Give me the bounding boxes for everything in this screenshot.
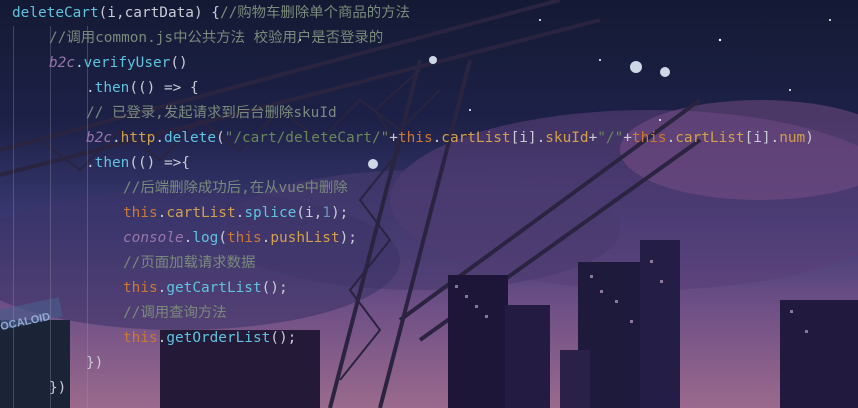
code-token: pushList [270, 230, 340, 246]
code-token: cartList [166, 205, 236, 221]
code-token: . [86, 80, 95, 96]
code-line[interactable]: deleteCart(i,cartData) {//购物车删除单个商品的方法 [12, 1, 410, 26]
code-token: ( [215, 130, 225, 146]
code-token: "/cart/deleteCart/" [224, 130, 390, 146]
code-token: (); [270, 330, 297, 346]
code-line[interactable]: // 已登录,发起请求到后台删除skuId [86, 101, 337, 126]
code-token: this [227, 230, 262, 246]
code-line[interactable]: b2c.http.delete("/cart/deleteCart/"+this… [86, 126, 814, 151]
indent-guide [50, 26, 51, 408]
code-token: num [779, 130, 806, 146]
code-token: }) [49, 380, 67, 396]
code-token: //调用查询方法 [123, 305, 227, 321]
code-token: this [397, 130, 433, 146]
code-line[interactable]: this.cartList.splice(i,1); [123, 201, 348, 226]
code-token: cartList [441, 130, 511, 146]
code-editor[interactable]: deleteCart(i,cartData) {//购物车删除单个商品的方法//… [0, 0, 858, 408]
code-token: ); [339, 230, 357, 246]
code-token: getCartList [166, 280, 262, 296]
code-token: ( [218, 230, 227, 246]
indent-guide [13, 26, 14, 408]
code-line[interactable]: console.log(this.pushList); [123, 226, 357, 251]
code-token: // 已登录,发起请求到后台删除skuId [86, 105, 337, 121]
code-token: (); [261, 280, 288, 296]
code-token: b2c [49, 55, 75, 71]
code-token: 1 [322, 205, 331, 221]
code-token: then [94, 80, 130, 96]
code-token: (i,cartData) { [98, 5, 220, 21]
code-line[interactable]: .then(() => { [86, 76, 199, 101]
code-token: //页面加载请求数据 [123, 255, 256, 271]
code-token: this [631, 130, 667, 146]
code-line[interactable]: this.getCartList(); [123, 276, 288, 301]
code-token: . [155, 130, 164, 146]
code-token: b2c [86, 130, 112, 146]
code-token: . [432, 130, 442, 146]
code-token: (() =>{ [129, 155, 190, 171]
code-line[interactable]: .then(() =>{ [86, 151, 190, 176]
code-token: [i]. [744, 130, 780, 146]
code-token: + [623, 130, 632, 146]
code-token: . [235, 205, 245, 221]
code-line[interactable]: this.getOrderList(); [123, 326, 296, 351]
code-token: //调用common.js中公共方法 校验用户是否登录的 [49, 30, 384, 46]
code-token: this [123, 330, 158, 346]
code-line[interactable]: //调用common.js中公共方法 校验用户是否登录的 [49, 26, 383, 51]
code-token: //购物车删除单个商品的方法 [219, 5, 410, 21]
code-token: verifyUser [83, 55, 171, 71]
code-token: http [120, 130, 156, 146]
code-line[interactable]: b2c.verifyUser() [49, 51, 188, 76]
code-token: (i, [296, 205, 323, 221]
code-token: . [86, 155, 95, 171]
code-token: then [94, 155, 130, 171]
code-token: + [389, 130, 398, 146]
code-token: () [170, 55, 188, 71]
code-token: skuId [545, 130, 589, 146]
code-token: this [123, 280, 158, 296]
code-token: delete [164, 130, 216, 146]
code-token: + [588, 130, 598, 146]
code-token: [i]. [510, 130, 546, 146]
code-token: . [666, 130, 676, 146]
code-token: cartList [675, 130, 745, 146]
code-token: deleteCart [12, 5, 99, 21]
code-line[interactable]: //页面加载请求数据 [123, 251, 255, 276]
code-line[interactable]: }) [86, 351, 103, 376]
code-line[interactable]: }) [49, 376, 66, 401]
code-token: this [123, 205, 158, 221]
code-token: getOrderList [166, 330, 271, 346]
code-token: (() => { [129, 80, 199, 96]
code-token: console [123, 230, 184, 246]
code-line[interactable]: //调用查询方法 [123, 301, 227, 326]
code-line[interactable]: //后端删除成功后,在从vue中删除 [123, 176, 348, 201]
code-token: splice [244, 205, 297, 221]
code-token: . [112, 130, 121, 146]
code-token: "/" [597, 130, 624, 146]
code-token: log [192, 230, 219, 246]
code-token: ); [330, 205, 349, 221]
code-token: ) [805, 130, 814, 146]
code-token: //后端删除成功后,在从vue中删除 [123, 180, 348, 196]
code-token: }) [86, 355, 104, 371]
code-token: . [75, 55, 84, 71]
